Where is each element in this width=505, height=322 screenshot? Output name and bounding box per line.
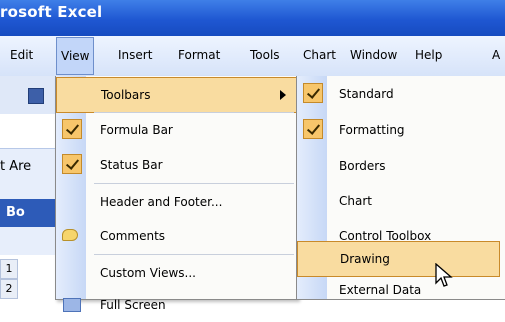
menu-item-label: Header and Footer... — [100, 195, 223, 209]
menu-tools[interactable]: Tools — [250, 36, 280, 74]
menu-item-header-footer[interactable]: Header and Footer... — [56, 185, 297, 219]
menu-item-label: Formatting — [339, 123, 405, 137]
comments-icon — [62, 229, 78, 241]
menu-item-label: Chart — [339, 194, 372, 208]
menu-item-label: Custom Views... — [100, 266, 196, 280]
toolbar-item-formatting[interactable]: Formatting — [297, 113, 505, 147]
menu-insert[interactable]: Insert — [118, 36, 152, 74]
menu-item-label: External Data — [339, 283, 422, 297]
toolbar-item-borders[interactable]: Borders — [297, 149, 505, 183]
checkmark-icon — [303, 119, 323, 139]
mouse-pointer-icon — [435, 263, 453, 287]
formula-bar-area — [0, 114, 60, 149]
toolbar-item-chart[interactable]: Chart — [297, 184, 505, 218]
worksheet-grid[interactable]: 1 2 — [0, 255, 60, 299]
menu-chart[interactable]: Chart — [303, 36, 336, 74]
menu-item-formula-bar[interactable]: Formula Bar — [56, 113, 297, 147]
toolbars-submenu: Standard Formatting Borders Chart Contro… — [296, 76, 505, 300]
menu-item-comments[interactable]: Comments — [56, 219, 297, 253]
title-bar: rosoft Excel — [0, 0, 505, 36]
checkmark-icon — [62, 154, 82, 174]
menu-item-label: Borders — [339, 159, 386, 173]
save-icon[interactable] — [28, 88, 44, 104]
menu-edit[interactable]: Edit — [10, 36, 33, 74]
toolbar-item-drawing[interactable]: Drawing — [297, 241, 500, 277]
row-header-2[interactable]: 2 — [0, 279, 18, 299]
view-menu: Toolbars Formula Bar Status Bar Header a… — [55, 76, 298, 312]
menu-item-label: Status Bar — [100, 158, 163, 172]
checkmark-icon — [303, 83, 323, 103]
workbook-window-tab[interactable]: Bo — [0, 199, 61, 227]
menu-item-full-screen[interactable]: Full Screen — [56, 288, 297, 322]
menu-item-label: Full Screen — [100, 298, 166, 312]
checkmark-icon — [62, 119, 82, 139]
menu-item-label: Standard — [339, 87, 394, 101]
menu-item-custom-views[interactable]: Custom Views... — [56, 256, 297, 290]
menu-overflow[interactable]: A — [492, 36, 500, 74]
row-header-1[interactable]: 1 — [0, 259, 18, 279]
submenu-arrow-icon — [280, 90, 286, 100]
standard-toolbar — [0, 76, 60, 115]
window-title: rosoft Excel — [0, 3, 103, 21]
menu-window[interactable]: Window — [350, 36, 397, 74]
menu-item-label: Comments — [100, 229, 166, 243]
menu-view[interactable]: View — [56, 37, 95, 75]
chart-area-label: t Are — [0, 159, 32, 174]
menu-item-status-bar[interactable]: Status Bar — [56, 148, 297, 182]
menu-item-label: Drawing — [340, 252, 390, 266]
menu-item-label: Formula Bar — [100, 123, 173, 137]
menu-separator — [94, 183, 294, 184]
menu-bar: Edit View Insert Format Tools Chart Wind… — [0, 36, 505, 77]
menu-item-toolbars[interactable]: Toolbars — [56, 77, 297, 113]
toolbar-item-external-data[interactable]: External Data — [297, 273, 505, 307]
menu-help[interactable]: Help — [415, 36, 442, 74]
full-screen-icon — [63, 298, 81, 312]
toolbar-item-standard[interactable]: Standard — [297, 77, 505, 111]
menu-item-label: Toolbars — [101, 88, 151, 102]
menu-format[interactable]: Format — [178, 36, 220, 74]
menu-separator — [94, 254, 294, 255]
